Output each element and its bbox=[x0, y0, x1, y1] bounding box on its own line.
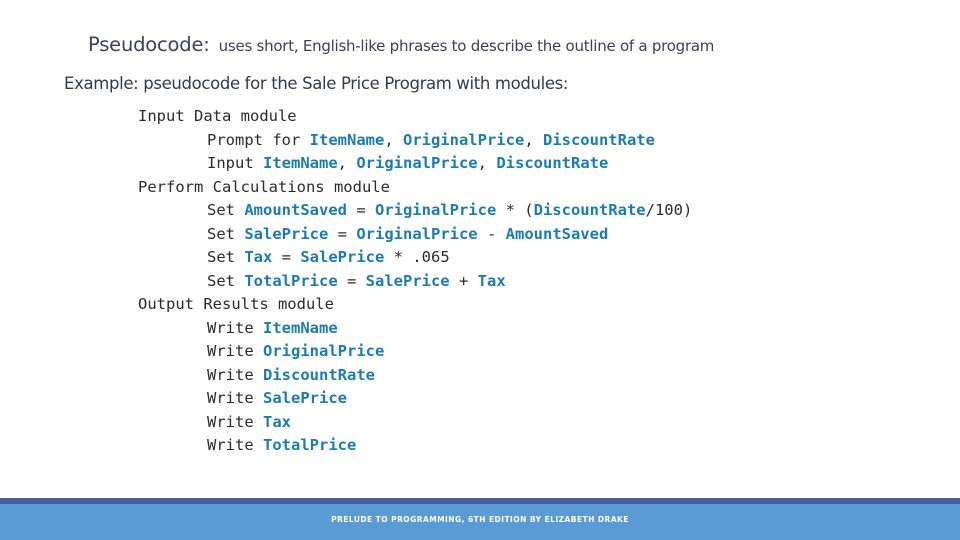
code-variable: SalePrice bbox=[244, 224, 329, 243]
code-token: - bbox=[477, 224, 506, 243]
slide-canvas: Pseudocode: uses short, English-like phr… bbox=[0, 0, 960, 540]
code-variable: AmountSaved bbox=[505, 224, 609, 243]
code-variable: OriginalPrice bbox=[402, 130, 525, 149]
code-token: Input Data module bbox=[138, 107, 297, 125]
code-token: Write bbox=[207, 365, 263, 384]
code-token: Output Results module bbox=[138, 295, 334, 313]
code-variable: OriginalPrice bbox=[356, 154, 478, 172]
code-line: Input ItemName, OriginalPrice, DiscountR… bbox=[138, 152, 692, 176]
code-variable: DiscountRate bbox=[542, 130, 655, 149]
code-line: Set TotalPrice = SalePrice + Tax bbox=[138, 270, 692, 294]
code-token: /100) bbox=[645, 201, 693, 219]
code-line: Set SalePrice = OriginalPrice - AmountSa… bbox=[138, 223, 692, 247]
code-token: = bbox=[328, 224, 357, 243]
code-variable: ItemName bbox=[309, 130, 385, 149]
code-token: + bbox=[449, 271, 478, 290]
code-token: Write bbox=[207, 436, 263, 454]
code-variable: Tax bbox=[263, 412, 291, 431]
code-token: Perform Calculations module bbox=[138, 177, 390, 196]
code-variable: SalePrice bbox=[263, 389, 347, 407]
code-token: Write bbox=[207, 389, 263, 407]
code-token: Set bbox=[207, 224, 245, 243]
code-token: Write bbox=[207, 412, 263, 431]
code-token: Input bbox=[207, 154, 263, 172]
code-line: Input Data module bbox=[138, 105, 692, 129]
code-line: Output Results module bbox=[138, 293, 692, 317]
code-variable: DiscountRate bbox=[263, 365, 375, 384]
code-variable: OriginalPrice bbox=[356, 224, 478, 243]
code-variable: DiscountRate bbox=[496, 154, 609, 172]
example-label: Example: pseudocode for the Sale Price P… bbox=[64, 74, 569, 93]
code-token: Write bbox=[207, 318, 263, 337]
code-line: Prompt for ItemName, OriginalPrice, Disc… bbox=[138, 129, 692, 153]
footer-attribution: Prelude to Programming, 6th Edition by E… bbox=[331, 515, 629, 524]
page-title: Pseudocode: bbox=[88, 33, 210, 56]
heading-row: Pseudocode: uses short, English-like phr… bbox=[88, 33, 714, 56]
code-variable: TotalPrice bbox=[263, 436, 357, 454]
code-token: Set bbox=[207, 201, 245, 219]
code-variable: Tax bbox=[477, 271, 506, 290]
code-token: , bbox=[524, 130, 543, 149]
code-line: Set Tax = SalePrice * .065 bbox=[138, 246, 692, 270]
code-variable: ItemName bbox=[263, 318, 338, 337]
code-token: , bbox=[477, 154, 497, 172]
code-line: Write OriginalPrice bbox=[138, 340, 692, 364]
code-line: Write TotalPrice bbox=[138, 434, 692, 458]
code-token: Set bbox=[207, 248, 245, 266]
code-variable: ItemName bbox=[263, 154, 338, 172]
code-token: , bbox=[384, 130, 403, 149]
code-token: = bbox=[272, 248, 301, 266]
code-line: Set AmountSaved = OriginalPrice * (Disco… bbox=[138, 199, 692, 223]
code-token: * .065 bbox=[384, 248, 450, 266]
code-line: Write Tax bbox=[138, 411, 692, 435]
code-variable: TotalPrice bbox=[244, 271, 338, 290]
code-token: Write bbox=[207, 342, 263, 360]
code-token: = bbox=[337, 271, 366, 290]
code-variable: Tax bbox=[244, 248, 273, 266]
code-line: Write SalePrice bbox=[138, 387, 692, 411]
code-line: Perform Calculations module bbox=[138, 176, 692, 200]
heading-description: uses short, English-like phrases to desc… bbox=[218, 37, 715, 55]
code-line: Write ItemName bbox=[138, 317, 692, 341]
code-token: * ( bbox=[496, 201, 534, 219]
code-line: Write DiscountRate bbox=[138, 364, 692, 388]
code-token: = bbox=[346, 201, 375, 219]
code-token: Set bbox=[207, 271, 245, 290]
code-variable: OriginalPrice bbox=[374, 201, 497, 219]
code-variable: SalePrice bbox=[365, 271, 450, 290]
pseudocode-block: Input Data module Prompt for ItemName, Or… bbox=[138, 105, 692, 458]
code-variable: AmountSaved bbox=[244, 201, 347, 219]
code-token: Prompt for bbox=[207, 130, 310, 149]
code-token: , bbox=[337, 154, 357, 172]
code-variable: DiscountRate bbox=[533, 201, 646, 219]
code-variable: SalePrice bbox=[300, 248, 385, 266]
code-variable: OriginalPrice bbox=[263, 342, 385, 360]
